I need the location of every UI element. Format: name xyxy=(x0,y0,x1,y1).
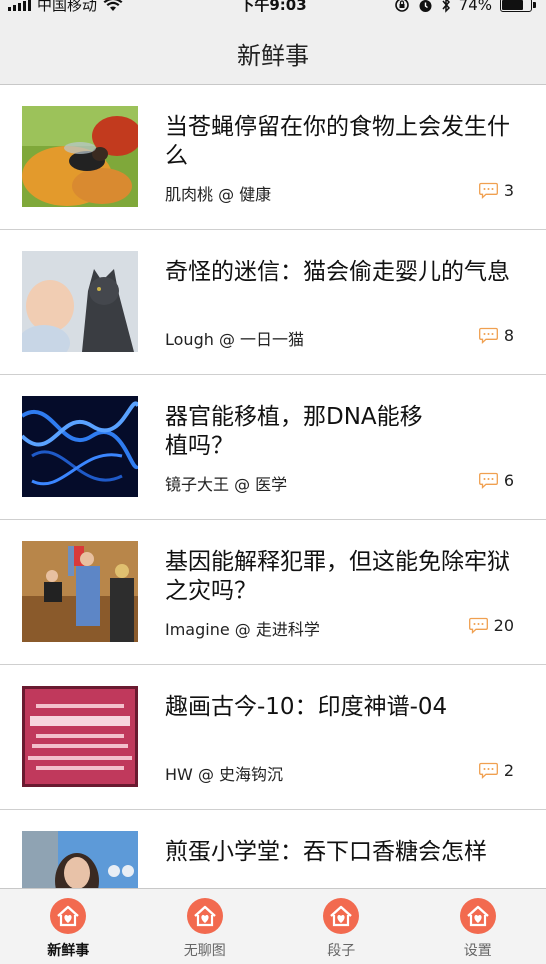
comment-count-value: 6 xyxy=(503,471,514,490)
status-bar: 中国移动 下午9:03 74% xyxy=(0,0,546,16)
tab-settings[interactable]: 设置 xyxy=(410,889,546,964)
feed-list[interactable]: 当苍蝇停留在你的食物上会发生什么 肌肉桃 @ 健康 3 奇怪的迷信：猫会偷走婴儿… xyxy=(0,85,546,888)
status-right: 74% xyxy=(394,0,536,14)
item-title[interactable]: 趣画古今-10：印度神谱-04 xyxy=(165,693,510,722)
comment-count[interactable]: 8 xyxy=(478,326,514,345)
comment-icon xyxy=(478,182,498,199)
item-title[interactable]: 基因能解释犯罪，但这能免除牢狱之灾吗？ xyxy=(165,548,510,606)
comment-icon xyxy=(478,327,498,344)
thumbnail-pink-text-poster[interactable] xyxy=(22,686,138,787)
alarm-icon xyxy=(419,0,432,12)
item-title[interactable]: 煎蛋小学堂：吞下口香糖会怎样 xyxy=(165,838,510,867)
tab-jokes[interactable]: 段子 xyxy=(273,889,410,964)
home-icon xyxy=(323,898,360,934)
home-icon xyxy=(186,898,223,934)
battery-fill xyxy=(502,0,523,10)
thumbnail-woman-presenter[interactable] xyxy=(22,831,138,888)
feed-item[interactable]: 趣画古今-10：印度神谱-04 HW @ 史海钩沉 2 xyxy=(0,665,546,810)
bluetooth-icon xyxy=(442,0,450,13)
feed-item[interactable]: 器官能移植，那DNA能移植吗？ 镜子大王 @ 医学 6 xyxy=(0,375,546,520)
rotation-lock-icon xyxy=(394,0,409,12)
tab-label: 设置 xyxy=(463,943,492,959)
comment-count[interactable]: 2 xyxy=(478,761,514,780)
tab-label: 段子 xyxy=(327,943,356,959)
item-title[interactable]: 器官能移植，那DNA能移植吗？ xyxy=(165,403,425,461)
thumbnail-baby-and-cat[interactable] xyxy=(22,251,138,352)
tab-label: 新鲜事 xyxy=(47,943,90,959)
feed-item[interactable]: 煎蛋小学堂：吞下口香糖会怎样 xyxy=(0,810,546,888)
item-author-category: HW @ 史海钩沉 xyxy=(165,765,284,784)
item-author-category: Imagine @ 走进科学 xyxy=(165,620,320,639)
feed-item[interactable]: 当苍蝇停留在你的食物上会发生什么 肌肉桃 @ 健康 3 xyxy=(0,85,546,230)
comment-count-value: 3 xyxy=(503,181,514,200)
thumbnail-courtroom[interactable] xyxy=(22,541,138,642)
tab-fresh-news[interactable]: 新鲜事 xyxy=(0,889,137,964)
tab-boring-pics[interactable]: 无聊图 xyxy=(137,889,274,964)
comment-icon xyxy=(468,617,488,634)
page-title: 新鲜事 xyxy=(237,42,309,70)
comment-icon xyxy=(478,762,498,779)
home-icon xyxy=(50,898,87,934)
item-author-category: 镜子大王 @ 医学 xyxy=(165,475,288,494)
item-author-category: Lough @ 一日一猫 xyxy=(165,330,305,349)
thumbnail-dna-helix[interactable] xyxy=(22,396,138,497)
battery-percent: 74% xyxy=(458,0,492,14)
comment-icon xyxy=(478,472,498,489)
comment-count-value: 20 xyxy=(493,616,514,635)
item-author-category: 肌肉桃 @ 健康 xyxy=(165,185,272,204)
battery-icon xyxy=(500,0,536,12)
nav-bar: 新鲜事 xyxy=(0,16,546,85)
comment-count[interactable]: 3 xyxy=(478,181,514,200)
tab-bar: 新鲜事 无聊图 段子 设置 xyxy=(0,888,546,964)
comment-count-value: 8 xyxy=(503,326,514,345)
comment-count[interactable]: 6 xyxy=(478,471,514,490)
thumbnail-fly-on-food[interactable] xyxy=(22,106,138,207)
comment-count[interactable]: 20 xyxy=(468,616,514,635)
tab-label: 无聊图 xyxy=(183,943,226,959)
item-title[interactable]: 奇怪的迷信：猫会偷走婴儿的气息 xyxy=(165,258,510,287)
comment-count-value: 2 xyxy=(503,761,514,780)
feed-item[interactable]: 奇怪的迷信：猫会偷走婴儿的气息 Lough @ 一日一猫 8 xyxy=(0,230,546,375)
feed-item[interactable]: 基因能解释犯罪，但这能免除牢狱之灾吗？ Imagine @ 走进科学 20 xyxy=(0,520,546,665)
home-icon xyxy=(459,898,496,934)
item-title[interactable]: 当苍蝇停留在你的食物上会发生什么 xyxy=(165,113,510,171)
